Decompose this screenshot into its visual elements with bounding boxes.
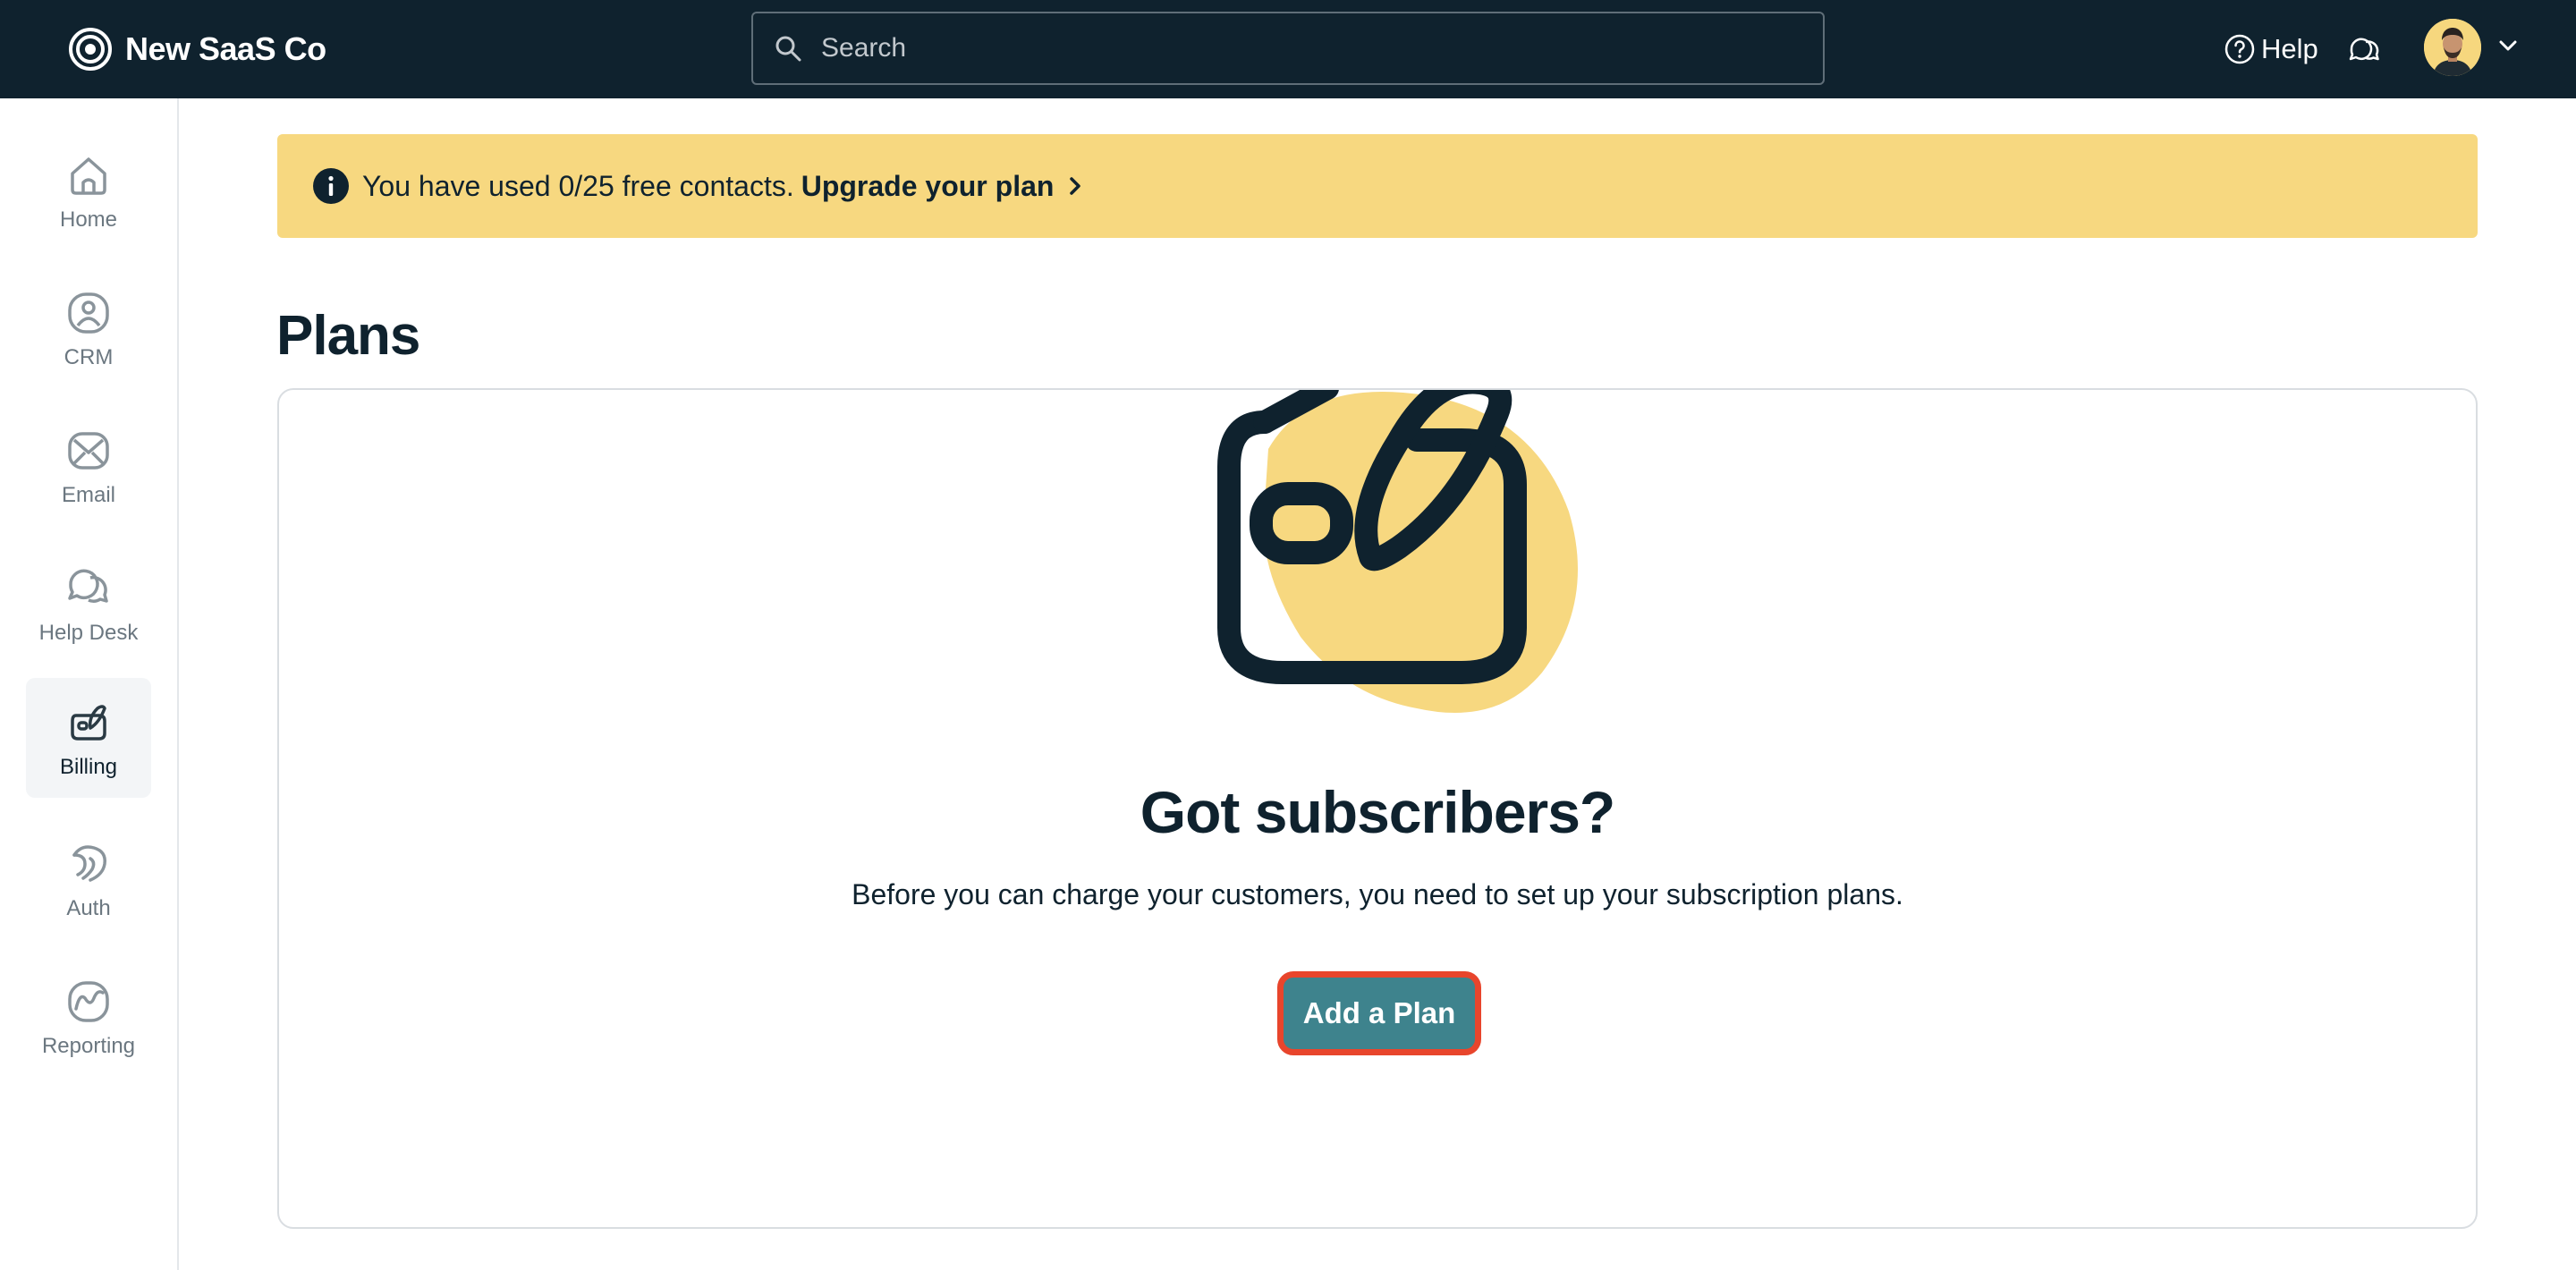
chart-line-icon [68, 981, 109, 1022]
banner-message: You have used 0/25 free contacts. [362, 169, 794, 202]
upgrade-banner: You have used 0/25 free contacts. Upgrad… [277, 134, 2478, 238]
sidebar-item-label: Home [59, 207, 118, 232]
envelope-icon [68, 432, 109, 470]
brand-name: New SaaS Co [125, 30, 326, 67]
avatar-portrait-icon [2424, 19, 2481, 76]
sidebar-item-home[interactable]: Home [26, 131, 151, 250]
chat-bubbles-icon [68, 569, 108, 603]
plans-empty-state-card: Got subscribers? Before you can charge y… [277, 388, 2478, 1229]
sidebar-item-label: CRM [64, 345, 114, 369]
search-bar[interactable] [751, 12, 1825, 85]
home-icon [71, 157, 106, 195]
sidebar-item-label: Auth [66, 896, 111, 920]
search-icon [775, 36, 801, 62]
empty-state-description: Before you can charge your customers, yo… [852, 878, 1903, 910]
chevron-down-icon[interactable] [2496, 36, 2521, 55]
sidebar-item-crm[interactable]: CRM [26, 268, 151, 388]
sidebar-item-label: Help Desk [38, 621, 139, 645]
add-plan-button[interactable]: Add a Plan [1277, 971, 1481, 1055]
brand[interactable]: New SaaS Co [68, 25, 326, 73]
sidebar-item-auth[interactable]: Auth [26, 819, 151, 939]
brand-logo-icon [69, 28, 112, 71]
empty-state-title: Got subscribers? [1140, 779, 1615, 845]
wallet-illustration-icon [1217, 390, 1578, 713]
upgrade-plan-link[interactable]: Upgrade your plan [801, 170, 1055, 203]
fingerprint-icon [72, 845, 106, 882]
chevron-right-icon[interactable] [1066, 174, 1084, 199]
help-button[interactable]: Help [2224, 30, 2318, 68]
sidebar-item-billing[interactable]: Billing [26, 678, 151, 798]
help-label: Help [2261, 33, 2318, 64]
sidebar-item-label: Reporting [41, 1034, 136, 1058]
chat-bubbles-icon[interactable] [2346, 31, 2382, 67]
wallet-icon [71, 705, 106, 741]
sidebar-item-reporting[interactable]: Reporting [26, 957, 151, 1077]
search-input[interactable] [821, 33, 1805, 64]
page-title: Plans [276, 305, 420, 367]
user-circle-icon [68, 292, 109, 334]
top-bar: New SaaS Co Help [0, 0, 2576, 98]
sidebar-item-email[interactable]: Email [26, 406, 151, 526]
info-icon [313, 168, 349, 204]
question-circle-icon [2224, 34, 2255, 64]
sidebar-item-label: Billing [59, 755, 118, 779]
sidebar: Home CRM Email Help Desk Billing Auth Re… [0, 98, 179, 1270]
sidebar-item-label: Email [61, 483, 115, 507]
sidebar-item-help-desk[interactable]: Help Desk [26, 544, 151, 664]
user-avatar[interactable] [2424, 19, 2481, 76]
